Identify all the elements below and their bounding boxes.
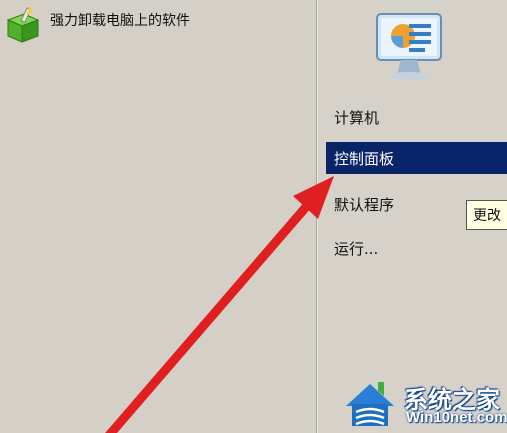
menu-item-control-panel[interactable]: 控制面板 [326,142,507,174]
app-item-label: 强力卸载电脑上的软件 [50,13,190,29]
tooltip: 更改 [466,200,507,230]
green-box-uninstall-icon [4,6,42,44]
menu-item-label: 默认程序 [334,195,395,214]
start-menu-left-pane: 强力卸载电脑上的软件 [0,0,316,433]
watermark: 系统之家 Win10net.com [338,378,507,433]
menu-item-label: 计算机 [334,108,380,127]
menu-item-label: 控制面板 [334,149,395,168]
house-logo-icon [346,382,394,426]
control-panel-icon [375,12,443,82]
app-item-uninstall[interactable]: 强力卸载电脑上的软件 [4,6,304,44]
menu-item-computer[interactable]: 计算机 [326,101,507,133]
menu-item-label: 运行... [334,239,379,258]
menu-item-run[interactable]: 运行... [326,232,507,264]
tooltip-text: 更改 [473,208,501,224]
watermark-url: Win10net.com [406,409,507,426]
